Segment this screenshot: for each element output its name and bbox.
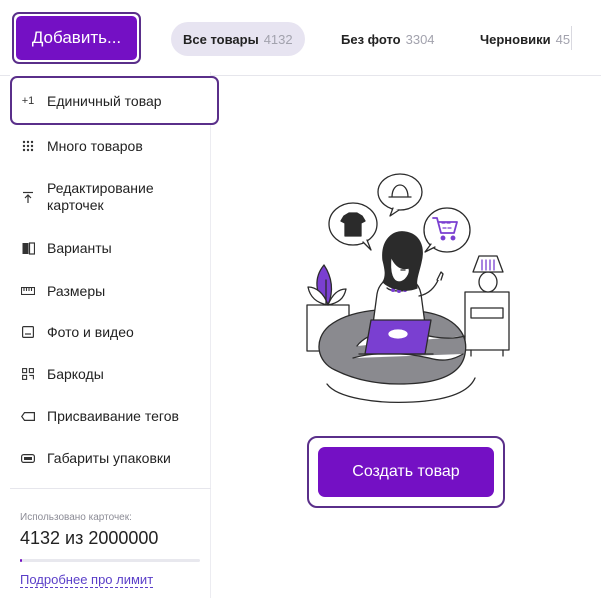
create-product-button[interactable]: Создать товар — [318, 447, 494, 497]
menu-item-label: Габариты упаковки — [47, 449, 171, 466]
tab-count: 4132 — [263, 31, 293, 47]
ruler-icon — [20, 283, 36, 299]
menu-item-label: Единичный товар — [47, 92, 162, 109]
add-button[interactable]: Добавить... — [16, 16, 137, 60]
usage-caption: Использовано карточек: — [20, 512, 132, 523]
tab-label: Без фото — [341, 31, 401, 47]
menu-item-label: Редактирование карточек — [47, 180, 154, 213]
top-toolbar: Добавить... Все товары 4132 Без фото 330… — [0, 0, 601, 76]
package-size-icon — [20, 450, 36, 466]
menu-item-variants[interactable]: Варианты — [20, 238, 210, 258]
toolbar-divider — [571, 26, 572, 50]
tab-count: 45 — [555, 31, 571, 47]
add-dropdown-menu: +1 Единичный товар Много товаров Редакти… — [10, 72, 219, 598]
menu-item-edit-cards[interactable]: Редактирование карточек — [20, 178, 210, 216]
menu-item-label: Размеры — [47, 282, 106, 299]
image-icon — [20, 324, 36, 340]
menu-item-label: Присваивание тегов — [47, 407, 179, 424]
grid-dots-icon — [20, 138, 36, 154]
usage-progress-fill — [20, 559, 23, 562]
menu-item-many-products[interactable]: Много товаров — [20, 136, 210, 156]
menu-item-photo-video[interactable]: Фото и видео — [20, 322, 210, 342]
tab-count: 3304 — [405, 31, 435, 47]
menu-item-label: Фото и видео — [47, 323, 134, 340]
limit-info-link[interactable]: Подробнее про лимит — [20, 572, 154, 588]
menu-item-barcodes[interactable]: Баркоды — [20, 364, 210, 384]
tab-label: Черновики — [480, 31, 551, 47]
qr-code-icon — [20, 366, 36, 382]
menu-divider — [10, 488, 211, 489]
tab-label: Все товары — [183, 31, 259, 47]
menu-item-label: Варианты — [47, 239, 112, 256]
menu-item-package-size[interactable]: Габариты упаковки — [20, 448, 210, 468]
tag-icon — [20, 408, 36, 424]
menu-item-tags[interactable]: Присваивание тегов — [20, 406, 210, 426]
usage-progress-bar — [20, 559, 200, 562]
menu-item-single-product[interactable]: +1 Единичный товар — [20, 91, 210, 111]
upload-icon — [20, 189, 36, 205]
plus-one-icon: +1 — [21, 95, 35, 107]
variants-icon — [20, 240, 36, 256]
menu-item-label: Баркоды — [47, 365, 104, 382]
empty-state-illustration — [306, 173, 510, 404]
menu-item-sizes[interactable]: Размеры — [20, 281, 210, 301]
tab-all-products[interactable]: Все товары 4132 — [171, 22, 305, 56]
page: Добавить... Все товары 4132 Без фото 330… — [0, 0, 601, 598]
tab-no-photo[interactable]: Без фото 3304 — [341, 22, 435, 56]
usage-value: 4132 из 2000000 — [20, 528, 159, 548]
tab-drafts[interactable]: Черновики 45 — [480, 22, 570, 56]
menu-item-label: Много товаров — [47, 137, 143, 154]
